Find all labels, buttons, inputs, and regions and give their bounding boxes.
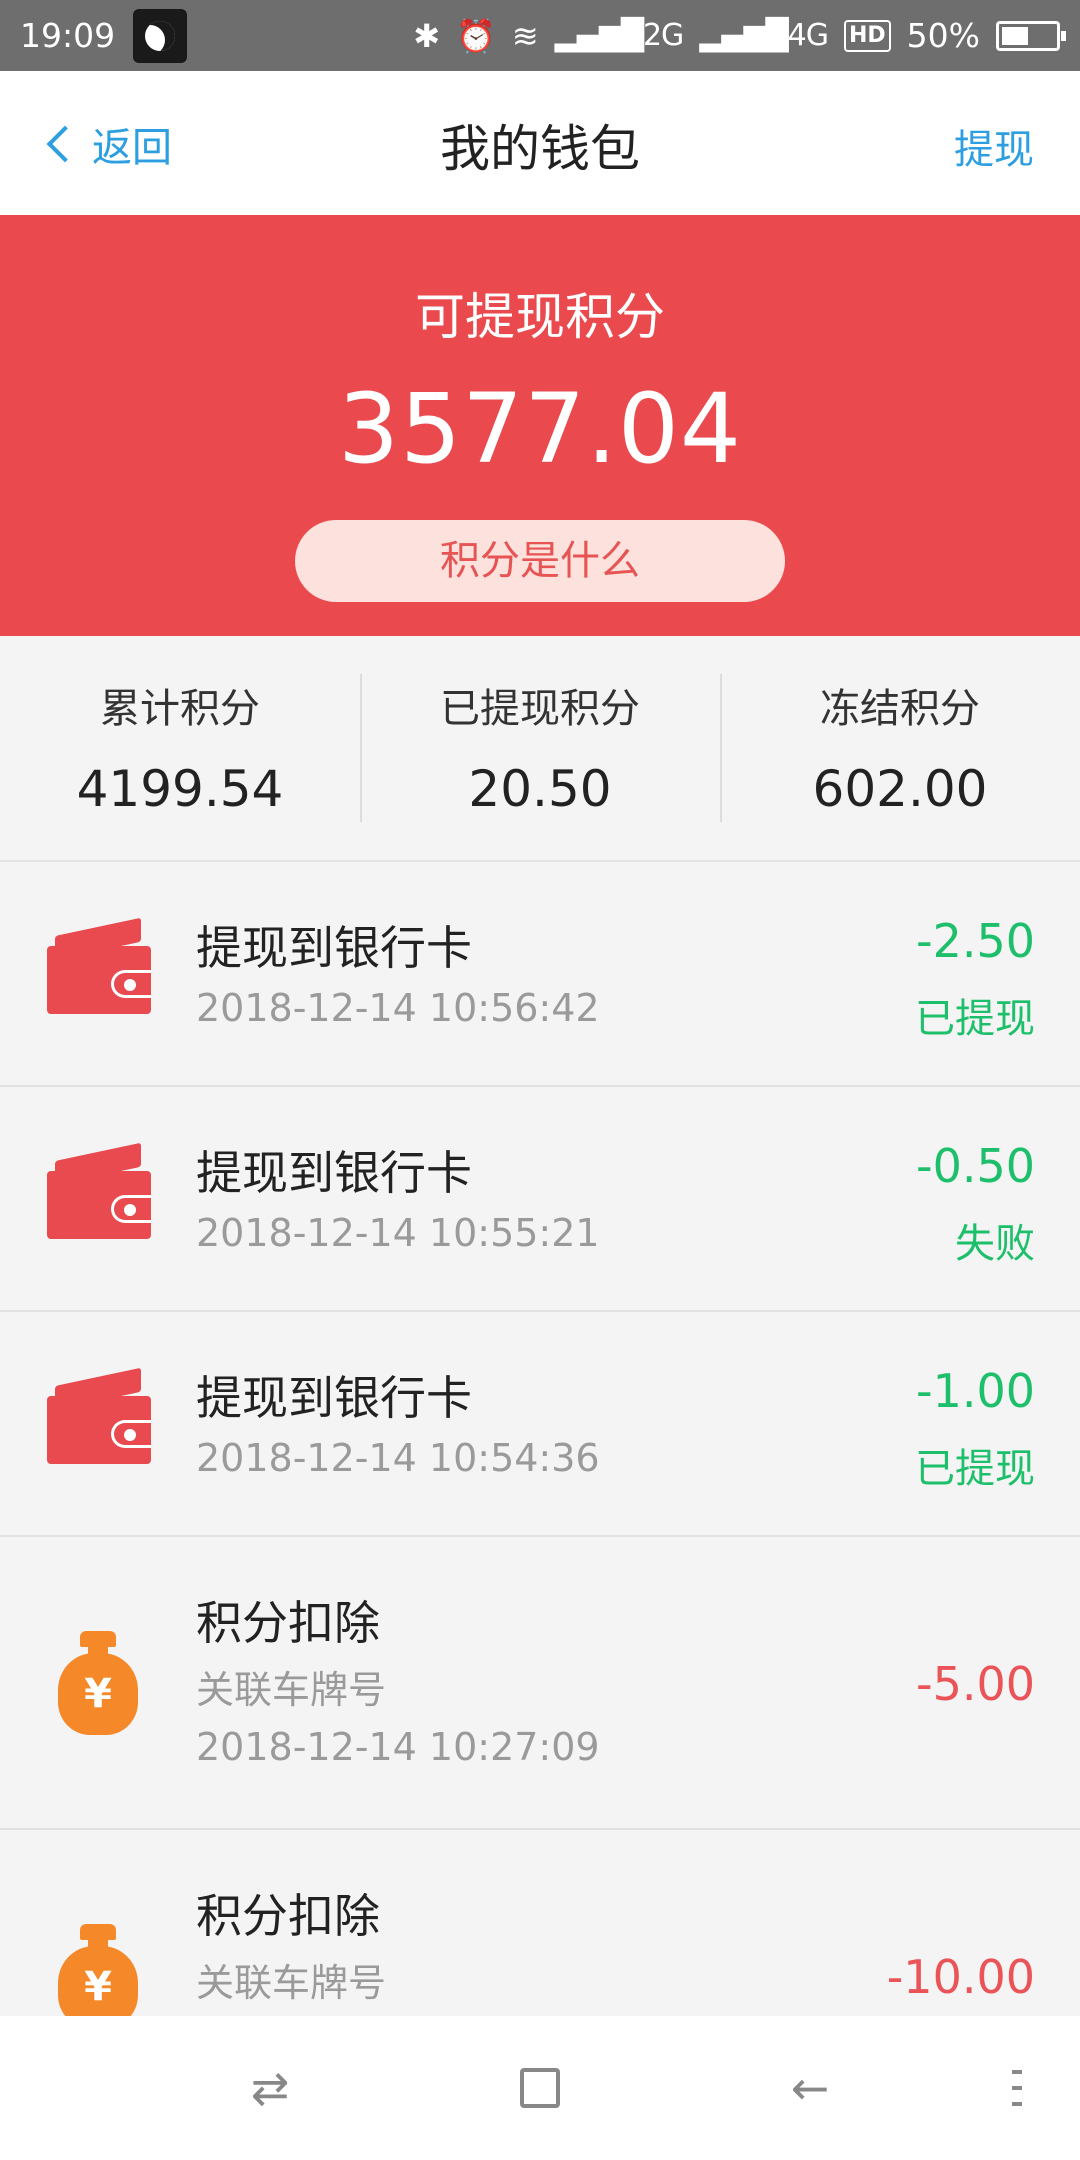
network-2g-label: 2G — [642, 18, 684, 53]
transaction-subtitle: 关联车牌号 — [196, 1961, 387, 2005]
stat-label: 冻结积分 — [820, 686, 980, 732]
app-notification-icon — [133, 8, 188, 63]
money-bag-icon: ¥ — [58, 1924, 138, 2028]
points-summary: 累计积分 4199.54 已提现积分 20.50 冻结积分 602.00 — [0, 636, 1080, 862]
system-navigation-bar: ⇄ ← — [0, 2016, 1080, 2160]
money-bag-icon: ¥ — [58, 1631, 138, 1735]
transaction-amount: -10.00 — [886, 1950, 1035, 2004]
transaction-time: 2018-12-14 10:56:42 — [196, 986, 600, 1030]
transaction-status: 失败 — [955, 1221, 1035, 1267]
transaction-time: 2018-12-14 10:54:36 — [196, 1436, 600, 1480]
page-title: 我的钱包 — [440, 120, 640, 178]
signal-4g-icon: ▂▄▆█4G — [699, 18, 829, 53]
stat-total-points: 累计积分 4199.54 — [0, 636, 360, 860]
stat-value: 20.50 — [468, 760, 612, 818]
status-time: 19:09 — [20, 16, 116, 55]
stat-value: 602.00 — [812, 760, 988, 818]
stat-withdrawn-points: 已提现积分 20.50 — [360, 636, 720, 860]
stat-frozen-points: 冻结积分 602.00 — [720, 636, 1080, 860]
bluetooth-icon: ✱ — [413, 16, 441, 55]
wallet-icon — [47, 917, 151, 1014]
transaction-row[interactable]: 提现到银行卡 2018-12-14 10:56:42 -2.50 已提现 — [0, 862, 1080, 1087]
battery-percent: 50% — [906, 16, 980, 55]
transaction-time: 2018-12-14 10:27:09 — [196, 1725, 600, 1769]
stat-value: 4199.54 — [76, 760, 284, 818]
menu-icon[interactable] — [1012, 2070, 1022, 2106]
transaction-row[interactable]: 提现到银行卡 2018-12-14 10:54:36 -1.00 已提现 — [0, 1312, 1080, 1537]
home-icon[interactable] — [520, 2068, 560, 2108]
signal-2g-icon: ▂▄▆█2G — [554, 18, 685, 53]
transaction-title: 积分扣除 — [196, 1889, 380, 1943]
transaction-subtitle: 关联车牌号 — [196, 1668, 387, 1712]
network-4g-label: 4G — [787, 18, 829, 53]
navigation-header: 返回 我的钱包 提现 — [0, 71, 1080, 215]
transaction-title: 提现到银行卡 — [196, 921, 472, 975]
withdrawable-points-amount: 3577.04 — [338, 373, 742, 485]
transaction-amount: -0.50 — [915, 1139, 1035, 1193]
transaction-title: 提现到银行卡 — [196, 1371, 472, 1425]
transaction-title: 积分扣除 — [196, 1596, 380, 1650]
transaction-row[interactable]: ¥ 积分扣除 关联车牌号 2018-12-14 10:27:09 -5.00 — [0, 1537, 1080, 1830]
transaction-amount: -1.00 — [915, 1364, 1035, 1418]
stat-label: 累计积分 — [100, 686, 260, 732]
back-arrow-icon[interactable]: ← — [782, 2060, 838, 2116]
transaction-status: 已提现 — [915, 1446, 1035, 1492]
balance-banner: 可提现积分 3577.04 积分是什么 — [0, 215, 1080, 636]
wifi-icon: ≋ — [511, 16, 539, 55]
withdraw-button[interactable]: 提现 — [954, 117, 1034, 175]
transaction-time: 2018-12-14 10:55:21 — [196, 1211, 600, 1255]
wallet-icon — [47, 1367, 151, 1464]
transaction-list: 提现到银行卡 2018-12-14 10:56:42 -2.50 已提现 提现到… — [0, 862, 1080, 2123]
withdrawable-points-label: 可提现积分 — [415, 288, 665, 346]
transaction-title: 提现到银行卡 — [196, 1146, 472, 1200]
battery-icon — [996, 20, 1066, 51]
transaction-amount: -5.00 — [915, 1657, 1035, 1711]
hd-icon: HD — [843, 19, 891, 52]
status-bar: 19:09 ✱ ⏰ ≋ ▂▄▆█2G ▂▄▆█4G HD 50% — [0, 0, 1080, 71]
transaction-amount: -2.50 — [915, 914, 1035, 968]
status-icons: ✱ ⏰ ≋ ▂▄▆█2G ▂▄▆█4G HD 50% — [413, 16, 1066, 55]
transaction-row[interactable]: 提现到银行卡 2018-12-14 10:55:21 -0.50 失败 — [0, 1087, 1080, 1312]
stat-label: 已提现积分 — [440, 686, 640, 732]
recent-apps-icon[interactable]: ⇄ — [242, 2060, 298, 2116]
what-are-points-button[interactable]: 积分是什么 — [295, 520, 785, 602]
alarm-icon: ⏰ — [456, 16, 496, 55]
wallet-icon — [47, 1142, 151, 1239]
transaction-status: 已提现 — [915, 996, 1035, 1042]
